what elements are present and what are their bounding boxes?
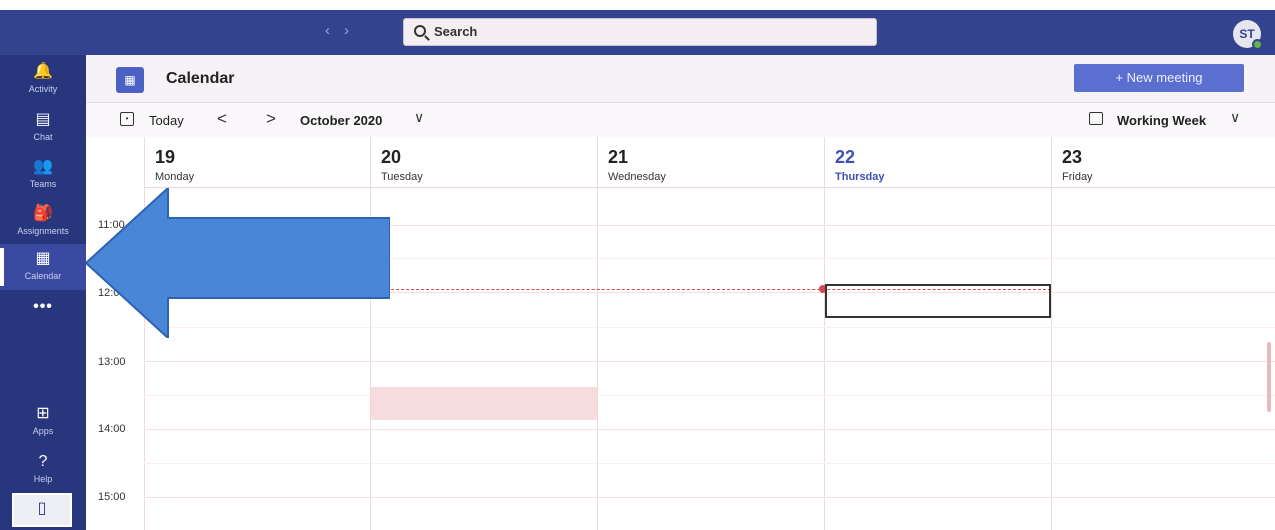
forward-arrow-icon[interactable]: ›: [344, 22, 363, 39]
day-number: 19: [155, 147, 176, 167]
rail-item-label: Activity: [28, 84, 58, 94]
new-meeting-button[interactable]: + New meeting: [1074, 64, 1244, 92]
rail-item-teams[interactable]: 👥 Teams: [0, 152, 86, 198]
rail-item-label: Assignments: [17, 226, 69, 236]
chat-icon: ▤: [35, 111, 51, 128]
selected-time-slot[interactable]: [825, 284, 1051, 318]
app-rail: 🔔 Activity ▤ Chat 👥 Teams 🎒 Assignments …: [0, 55, 86, 530]
time-label: 14:00: [98, 423, 126, 435]
teams-icon: 👥: [33, 158, 53, 175]
time-label: 13:00: [98, 356, 126, 368]
today-button[interactable]: Today: [149, 113, 184, 128]
rail-item-calendar[interactable]: ▦ Calendar: [0, 244, 86, 290]
calendar-toolbar: • Today < > October 2020 ∨ Working Week …: [86, 103, 1275, 137]
annotation-arrow-icon: [86, 188, 390, 338]
avatar[interactable]: ST: [1233, 20, 1263, 50]
bell-icon: 🔔: [33, 63, 53, 80]
day-column-friday[interactable]: 23 Friday: [1051, 137, 1275, 530]
rail-item-activity[interactable]: 🔔 Activity: [0, 57, 86, 103]
top-bar: ‹› Search ST: [0, 10, 1275, 55]
day-number: 20: [381, 147, 402, 167]
half-hour-gridline: [144, 463, 1275, 464]
calendar-app-icon: ▦: [116, 67, 144, 93]
day-column-tuesday[interactable]: 20 Tuesday: [370, 137, 597, 530]
hour-gridline: [144, 497, 1275, 498]
day-number: 23: [1062, 147, 1083, 167]
search-placeholder: Search: [434, 24, 478, 39]
chevron-down-icon[interactable]: ∨: [414, 109, 424, 126]
apps-icon: ⊞: [36, 405, 50, 422]
day-column-thursday[interactable]: 22 Thursday: [824, 137, 1051, 530]
rail-item-label: Teams: [29, 179, 57, 189]
calendar-icon: ▦: [35, 250, 51, 267]
day-name: Wednesday: [608, 171, 666, 183]
month-picker[interactable]: October 2020: [300, 113, 382, 128]
next-week-button[interactable]: >: [266, 109, 276, 129]
rail-item-label: Help: [33, 474, 53, 484]
page-title: Calendar: [166, 70, 235, 87]
rail-item-label: Calendar: [24, 271, 62, 281]
half-hour-gridline: [144, 395, 1275, 396]
day-name: Tuesday: [381, 171, 423, 183]
avatar-initials: ST: [1239, 27, 1255, 41]
day-number: 21: [608, 147, 629, 167]
rail-item-apps[interactable]: ⊞ Apps: [0, 399, 86, 445]
day-name: Monday: [155, 171, 195, 183]
search-icon: [414, 25, 426, 37]
day-name: Friday: [1062, 171, 1093, 183]
today-icon[interactable]: •: [120, 112, 134, 126]
rail-item-assignments[interactable]: 🎒 Assignments: [0, 199, 86, 245]
rail-item-label: Chat: [33, 132, 53, 142]
vertical-scrollbar[interactable]: [1267, 342, 1271, 412]
previous-week-button[interactable]: <: [217, 109, 227, 129]
assignments-icon: 🎒: [33, 205, 53, 222]
hour-gridline: [144, 361, 1275, 362]
day-number: 22: [835, 147, 856, 167]
view-calendar-icon: [1089, 112, 1103, 125]
time-label: 15:00: [98, 491, 126, 503]
history-nav: ‹›: [325, 22, 363, 39]
search-input[interactable]: Search: [403, 18, 877, 46]
day-column-wednesday[interactable]: 21 Wednesday: [597, 137, 824, 530]
rail-item-label: Apps: [32, 426, 54, 436]
chevron-down-icon[interactable]: ∨: [1230, 109, 1240, 126]
calendar-header: ▦ Calendar + New meeting: [86, 55, 1275, 103]
day-name: Thursday: [835, 171, 885, 183]
rail-item-help[interactable]: ? Help: [0, 447, 86, 493]
rail-item-chat[interactable]: ▤ Chat: [0, 105, 86, 151]
help-icon: ?: [38, 453, 48, 470]
presence-available-icon: [1252, 39, 1263, 50]
view-selector[interactable]: Working Week: [1117, 113, 1206, 128]
more-apps-icon[interactable]: •••: [0, 298, 86, 316]
hour-gridline: [144, 429, 1275, 430]
device-icon[interactable]: ▯: [12, 493, 72, 527]
calendar-event[interactable]: [371, 387, 597, 420]
back-arrow-icon[interactable]: ‹: [325, 22, 344, 39]
